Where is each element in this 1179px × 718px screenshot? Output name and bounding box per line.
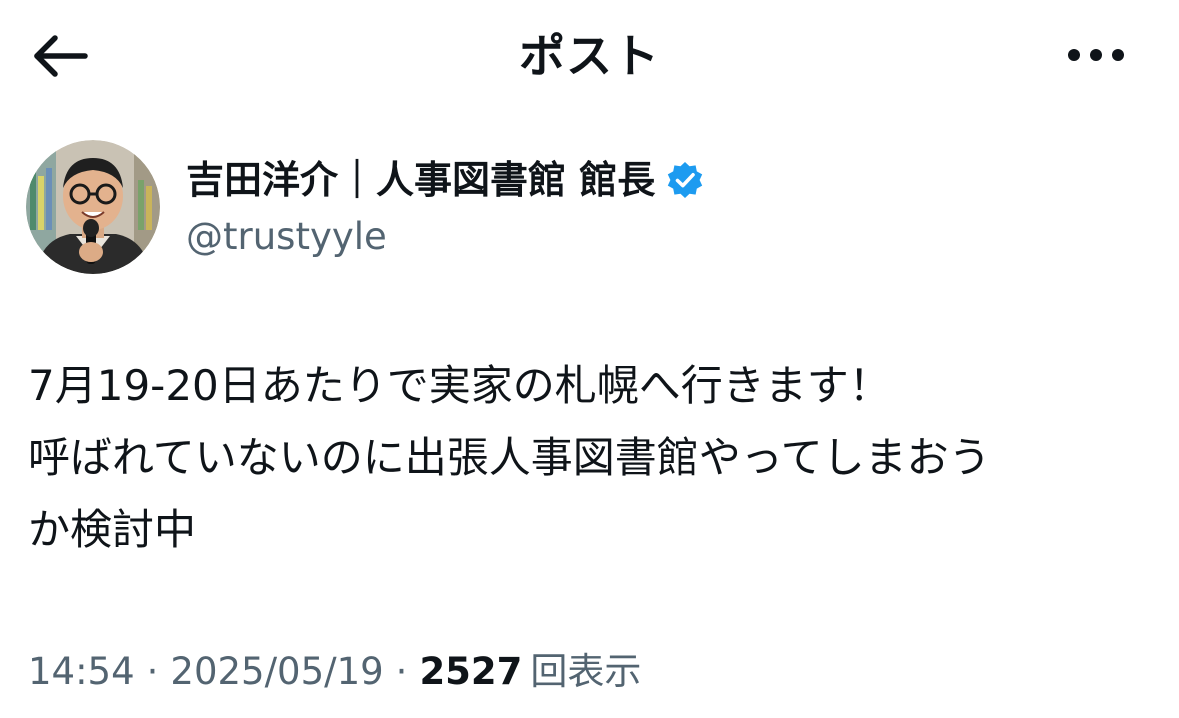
top-app-bar: ポスト bbox=[0, 0, 1179, 112]
post-body: 7月19-20日あたりで実家の札幌へ行きます！ 呼ばれていないのに出張人事図書館… bbox=[28, 350, 1148, 566]
author-name-row: 吉田洋介｜人事図書館 館長 bbox=[186, 154, 705, 206]
more-horizontal-icon bbox=[1068, 49, 1124, 61]
meta-separator: · bbox=[146, 650, 159, 693]
author-handle[interactable]: @trustyyle bbox=[186, 212, 387, 262]
more-options-button[interactable] bbox=[1061, 32, 1131, 78]
views-label: 回表示 bbox=[530, 650, 642, 693]
post-time[interactable]: 14:54 bbox=[28, 646, 135, 698]
avatar[interactable] bbox=[26, 140, 160, 274]
post-text-line: 7月19-20日あたりで実家の札幌へ行きます！ bbox=[28, 361, 891, 410]
author-display-name[interactable]: 吉田洋介｜人事図書館 館長 bbox=[186, 154, 655, 206]
post-date[interactable]: 2025/05/19 bbox=[170, 646, 383, 698]
views-count[interactable]: 2527 bbox=[419, 646, 522, 698]
meta-separator: · bbox=[395, 650, 408, 693]
page-title: ポスト bbox=[519, 29, 660, 83]
post-text-line: か検討中 bbox=[28, 505, 197, 554]
post-metadata: 14:54 · 2025/05/19 · 2527 回表示 bbox=[28, 646, 641, 698]
post-author: 吉田洋介｜人事図書館 館長 @trustyyle bbox=[26, 140, 1146, 280]
verified-badge-icon bbox=[668, 162, 703, 198]
post-text-line: 呼ばれていないのに出張人事図書館やってしまおう bbox=[28, 433, 991, 482]
